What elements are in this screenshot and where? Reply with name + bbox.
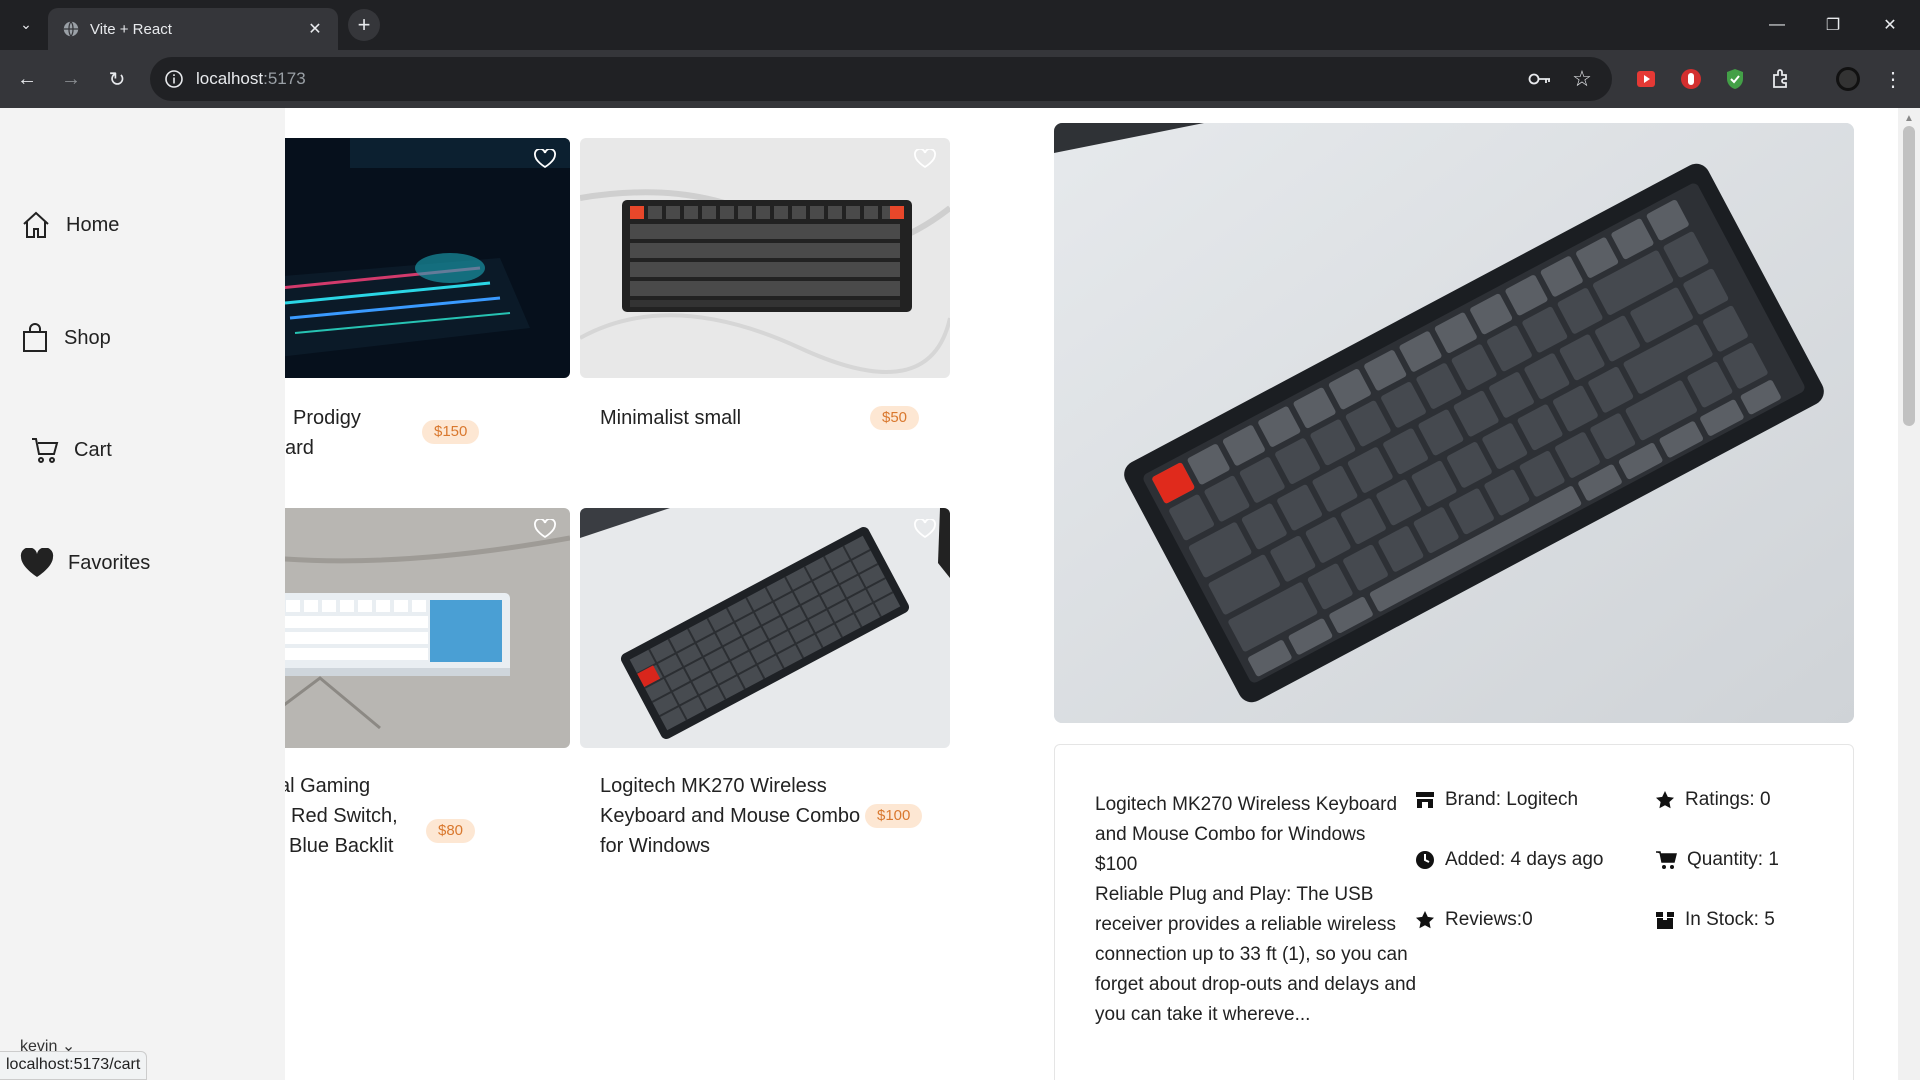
product-detail-image xyxy=(1054,123,1854,723)
extension-adblock-icon[interactable] xyxy=(1678,66,1704,92)
back-icon[interactable]: ← xyxy=(11,63,43,95)
shopping-bag-icon xyxy=(23,323,47,352)
tab-title: Vite + React xyxy=(90,21,172,38)
product-image-gaming-keyboard[interactable] xyxy=(285,138,570,378)
sidebar-item-favorites[interactable]: Favorites xyxy=(20,543,150,583)
detail-description: Reliable Plug and Play: The USB receiver… xyxy=(1095,884,1417,1025)
sidebar-item-cart[interactable]: Cart xyxy=(30,430,112,470)
price-badge: $50 xyxy=(870,406,920,430)
extensions-puzzle-icon[interactable] xyxy=(1768,66,1794,92)
box-icon xyxy=(1656,912,1674,929)
bookmark-star-icon[interactable]: ☆ xyxy=(1570,66,1594,91)
product-title: Logitech MK270 Wireless Keyboard and Mou… xyxy=(600,775,861,857)
sidebar-item-label: Favorites xyxy=(68,551,151,574)
tab-close-icon[interactable]: ✕ xyxy=(304,18,326,40)
address-bar[interactable]: localhost:5173 ☆ xyxy=(150,57,1612,101)
tab-search-dropdown-icon[interactable]: ⌄ xyxy=(14,12,38,36)
favorite-heart-icon[interactable] xyxy=(912,146,938,172)
detail-title-continued: and Mouse Combo for Windows xyxy=(1095,824,1366,845)
sidebar-item-label: Cart xyxy=(74,438,112,461)
meta-added: Added: 4 days ago xyxy=(1415,849,1603,871)
url-text: localhost:5173 xyxy=(196,69,306,88)
page-scrollbar[interactable]: ▲ xyxy=(1898,108,1920,1080)
site-info-icon[interactable] xyxy=(164,69,184,89)
price-badge: $80 xyxy=(426,819,476,843)
meta-quantity: Quantity: 1 xyxy=(1655,849,1779,871)
detail-title: Logitech MK270 Wireless Keyboard xyxy=(1095,794,1398,815)
product-image-minimalist-keyboard[interactable] xyxy=(580,138,950,378)
scrollbar-thumb[interactable] xyxy=(1903,126,1915,426)
globe-icon xyxy=(63,21,79,37)
price-badge: $100 xyxy=(865,804,923,828)
shopping-cart-icon xyxy=(1656,851,1677,869)
browser-tab-bar: ⌄ Vite + React ✕ + — ❐ ✕ xyxy=(0,0,1920,50)
product-image-logitech-keyboard[interactable] xyxy=(580,508,950,748)
favorite-heart-icon[interactable] xyxy=(912,516,938,542)
sidebar-item-shop[interactable]: Shop xyxy=(20,318,111,358)
window-close-icon[interactable]: ✕ xyxy=(1875,10,1905,40)
cart-icon xyxy=(32,438,59,463)
browser-tab[interactable]: Vite + React ✕ xyxy=(48,8,338,50)
product-title: Minimalist small xyxy=(600,407,742,429)
product-detail-panel: Logitech MK270 Wireless Keyboard and Mou… xyxy=(1054,744,1854,1080)
sidebar-item-label: Home xyxy=(66,213,120,236)
password-key-icon[interactable] xyxy=(1528,67,1552,91)
home-icon xyxy=(23,211,49,238)
favorite-heart-icon[interactable] xyxy=(532,146,558,172)
heart-filled-icon xyxy=(20,548,54,577)
sidebar-item-home[interactable]: Home xyxy=(20,205,119,245)
browser-menu-icon[interactable]: ⋮ xyxy=(1880,66,1906,92)
extension-shield-icon[interactable] xyxy=(1722,66,1748,92)
star-icon xyxy=(1416,911,1434,929)
profile-avatar-icon[interactable] xyxy=(1835,66,1861,92)
product-image-white-keyboard[interactable] xyxy=(285,508,570,748)
extension-video-icon[interactable] xyxy=(1633,66,1659,92)
meta-stock: In Stock: 5 xyxy=(1655,909,1775,931)
browser-toolbar: ← → ↻ localhost:5173 ☆ ⋮ xyxy=(0,50,1920,108)
favorite-heart-icon[interactable] xyxy=(532,516,558,542)
reload-icon[interactable]: ↻ xyxy=(101,63,133,95)
meta-brand: Brand: Logitech xyxy=(1415,789,1578,811)
forward-icon[interactable]: → xyxy=(55,63,87,95)
star-icon xyxy=(1656,791,1674,809)
price-badge: $150 xyxy=(422,420,480,444)
clock-icon xyxy=(1416,851,1434,869)
main-content: Prodigy ard $150 Minimalist small $50 al… xyxy=(285,108,1898,1080)
meta-reviews: Reviews:0 xyxy=(1415,909,1533,931)
store-icon xyxy=(1416,792,1434,808)
sidebar: Home Shop Cart Favorites kevin ⌄ xyxy=(0,108,285,1080)
restore-icon[interactable]: ❐ xyxy=(1818,10,1848,40)
new-tab-button[interactable]: + xyxy=(348,9,380,41)
detail-price: $100 xyxy=(1095,854,1138,875)
meta-ratings: Ratings: 0 xyxy=(1655,789,1771,811)
product-description-block: Logitech MK270 Wireless Keyboard and Mou… xyxy=(1095,790,1420,1030)
minimize-icon[interactable]: — xyxy=(1762,10,1792,40)
product-title: al Gaming Red Switch, Blue Backlit xyxy=(285,775,398,857)
sidebar-item-label: Shop xyxy=(64,326,111,349)
status-link-preview: localhost:5173/cart xyxy=(0,1051,148,1080)
scroll-up-icon[interactable]: ▲ xyxy=(1903,112,1915,124)
